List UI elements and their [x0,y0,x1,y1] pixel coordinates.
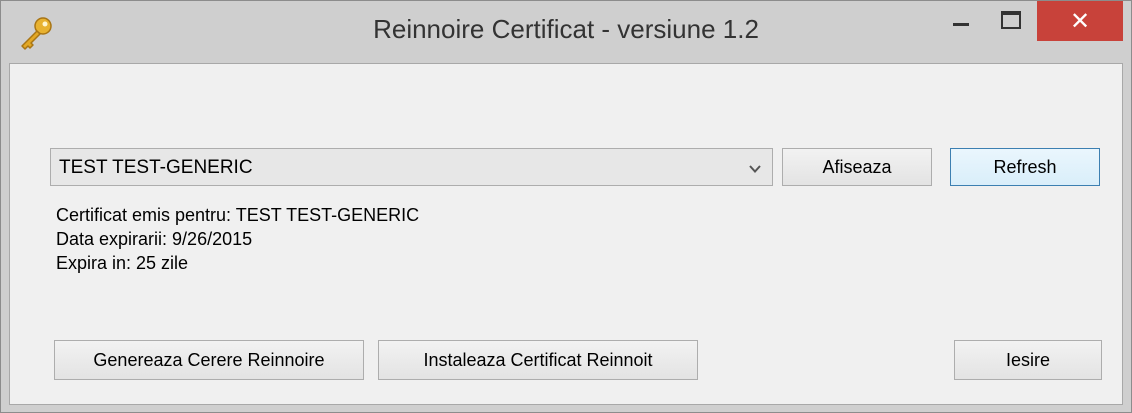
issued-for-label: Certificat emis pentru: TEST TEST-GENERI… [56,205,420,225]
minimize-button[interactable] [937,1,985,41]
chevron-down-icon [749,165,761,173]
close-icon: ✕ [1069,7,1091,35]
main-window: Reinnoire Certificat - versiune 1.2 ✕ TE… [0,0,1132,413]
certificate-select[interactable]: TEST TEST-GENERIC [50,148,773,186]
expiry-date-label: Data expirarii: 9/26/2015 [56,229,253,249]
exit-button[interactable]: Iesire [954,340,1102,380]
client-area: TEST TEST-GENERIC Afiseaza Refresh Certi… [9,63,1123,405]
minimize-icon [953,23,969,26]
maximize-icon [1001,11,1021,29]
generate-request-button[interactable]: Genereaza Cerere Reinnoire [54,340,364,380]
afiseaza-button[interactable]: Afiseaza [782,148,932,186]
close-button[interactable]: ✕ [1037,1,1123,41]
title-bar[interactable]: Reinnoire Certificat - versiune 1.2 ✕ [1,1,1131,63]
certificate-select-value: TEST TEST-GENERIC [59,157,253,178]
install-certificate-button[interactable]: Instaleaza Certificat Reinnoit [378,340,698,380]
expires-in-label: Expira in: 25 zile [56,253,189,273]
maximize-button[interactable] [987,1,1035,41]
refresh-button[interactable]: Refresh [950,148,1100,186]
